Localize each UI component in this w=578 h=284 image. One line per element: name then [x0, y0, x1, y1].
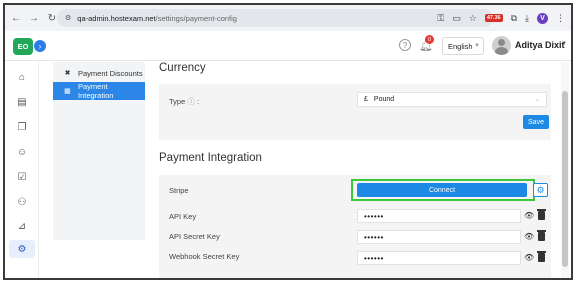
sidebar-item-payment-discounts[interactable]: ✖ Payment Discounts	[53, 64, 145, 82]
settings-icon[interactable]: ⚙	[9, 240, 35, 258]
app-header: EO › ? 🔔︎ 0 English ▼ Aditya Dixit ▼	[5, 31, 571, 61]
eye-icon[interactable]: 👁︎	[524, 232, 534, 241]
nav-rail: ⌂ ▤ ❐ ☺ ☑ ⚇ ⊿ ⚙	[5, 62, 39, 278]
main-content: Currency Type ⓘ : £ Pound ⌄ Save Payment…	[155, 62, 557, 278]
api-key-input[interactable]: ••••••	[357, 209, 521, 223]
info-icon: ⓘ	[187, 97, 195, 106]
chart-icon[interactable]: ⊿	[16, 220, 28, 232]
notebook-icon[interactable]: ▤	[16, 96, 28, 108]
user-icon[interactable]: ⚇	[16, 196, 28, 208]
webhook-secret-input[interactable]: ••••••	[357, 251, 521, 265]
documents-icon[interactable]: ❐	[16, 121, 28, 133]
back-icon[interactable]: ←	[9, 11, 23, 25]
settings-sidebar: ✖ Payment Discounts ▦ Payment Integratio…	[53, 62, 145, 240]
currency-type-value: Pound	[373, 96, 395, 103]
site-info-icon[interactable]: ⚙	[65, 14, 71, 22]
browser-menu-icon[interactable]: ⋮	[556, 13, 565, 24]
connect-button[interactable]: Connect	[357, 183, 527, 197]
trash-icon[interactable]	[537, 230, 546, 241]
notification-count: 0	[425, 35, 434, 44]
extensions-icon[interactable]: ⧉	[511, 13, 517, 24]
eye-icon[interactable]: 👁︎	[524, 211, 534, 220]
stripe-label: Stripe	[169, 186, 189, 195]
home-icon[interactable]: ⌂	[16, 71, 28, 83]
currency-panel: Type ⓘ : £ Pound ⌄ Save	[159, 84, 551, 140]
eye-icon[interactable]: 👁︎	[524, 253, 534, 262]
app-logo[interactable]: EO	[13, 38, 33, 55]
payment-integration-title: Payment Integration	[159, 152, 262, 164]
payment-integration-panel: Stripe Connect ⚙ API Key •••••• 👁︎ API S…	[159, 175, 551, 278]
extension-badge[interactable]: 47.36	[484, 14, 503, 22]
browser-toolbar: ← → ↻ ⚙ qa-admin.hostexam.net/settings/p…	[5, 5, 571, 31]
sidebar-item-label: Payment Integration	[77, 82, 114, 100]
browser-actions: ⚿ ▭ ☆ 47.36 ⧉ ⤓ V ⋮	[437, 12, 565, 24]
scrollbar-thumb[interactable]	[562, 91, 568, 267]
api-secret-label: API Secret Key	[169, 232, 220, 241]
user-avatar[interactable]	[492, 36, 511, 55]
download-icon[interactable]: ⤓	[525, 13, 529, 24]
language-select[interactable]: English ▼	[442, 37, 484, 55]
language-value: English	[448, 41, 473, 51]
user-menu-chevron-icon[interactable]: ▼	[561, 41, 567, 47]
trash-icon[interactable]	[537, 251, 546, 262]
url-host: qa-admin.hostexam.net	[77, 13, 156, 23]
address-bar[interactable]: ⚙ qa-admin.hostexam.net/settings/payment…	[57, 9, 493, 27]
user-name[interactable]: Aditya Dixit	[515, 40, 565, 50]
url-path: /settings/payment-config	[155, 13, 237, 23]
chevron-down-icon: ▼	[474, 43, 480, 49]
sidebar-item-payment-integration[interactable]: ▦ Payment Integration	[53, 82, 145, 100]
sidebar-item-label: Payment Discounts	[78, 68, 143, 78]
close-circle-icon: ✖	[64, 70, 71, 77]
currency-type-select[interactable]: £ Pound ⌄	[357, 92, 547, 107]
chevron-down-icon: ⌄	[534, 97, 540, 103]
trash-icon[interactable]	[537, 209, 546, 220]
checklist-icon[interactable]: ☑	[16, 171, 28, 183]
type-label: Type ⓘ :	[169, 97, 200, 106]
api-key-label: API Key	[169, 212, 197, 221]
currency-symbol: £	[364, 96, 368, 103]
password-key-icon[interactable]: ⚿	[437, 13, 444, 24]
save-button[interactable]: Save	[523, 115, 549, 129]
bookmark-star-icon[interactable]: ☆	[469, 13, 477, 24]
gear-icon[interactable]: ⚙	[533, 183, 548, 197]
payment-card-icon: ▦	[64, 88, 71, 95]
cast-icon[interactable]: ▭	[452, 13, 461, 24]
webhook-secret-label: Webhook Secret Key	[169, 252, 240, 261]
sidebar-toggle-icon[interactable]: ›	[34, 40, 46, 52]
app-window: ← → ↻ ⚙ qa-admin.hostexam.net/settings/p…	[3, 3, 573, 280]
forward-icon[interactable]: →	[27, 11, 41, 25]
url-text: qa-admin.hostexam.net/settings/payment-c…	[77, 14, 237, 23]
api-secret-input[interactable]: ••••••	[357, 230, 521, 244]
help-icon[interactable]: ?	[399, 39, 411, 51]
currency-section-title: Currency	[159, 62, 206, 74]
profile-avatar[interactable]: V	[537, 12, 548, 24]
user-add-icon[interactable]: ☺	[16, 146, 28, 158]
